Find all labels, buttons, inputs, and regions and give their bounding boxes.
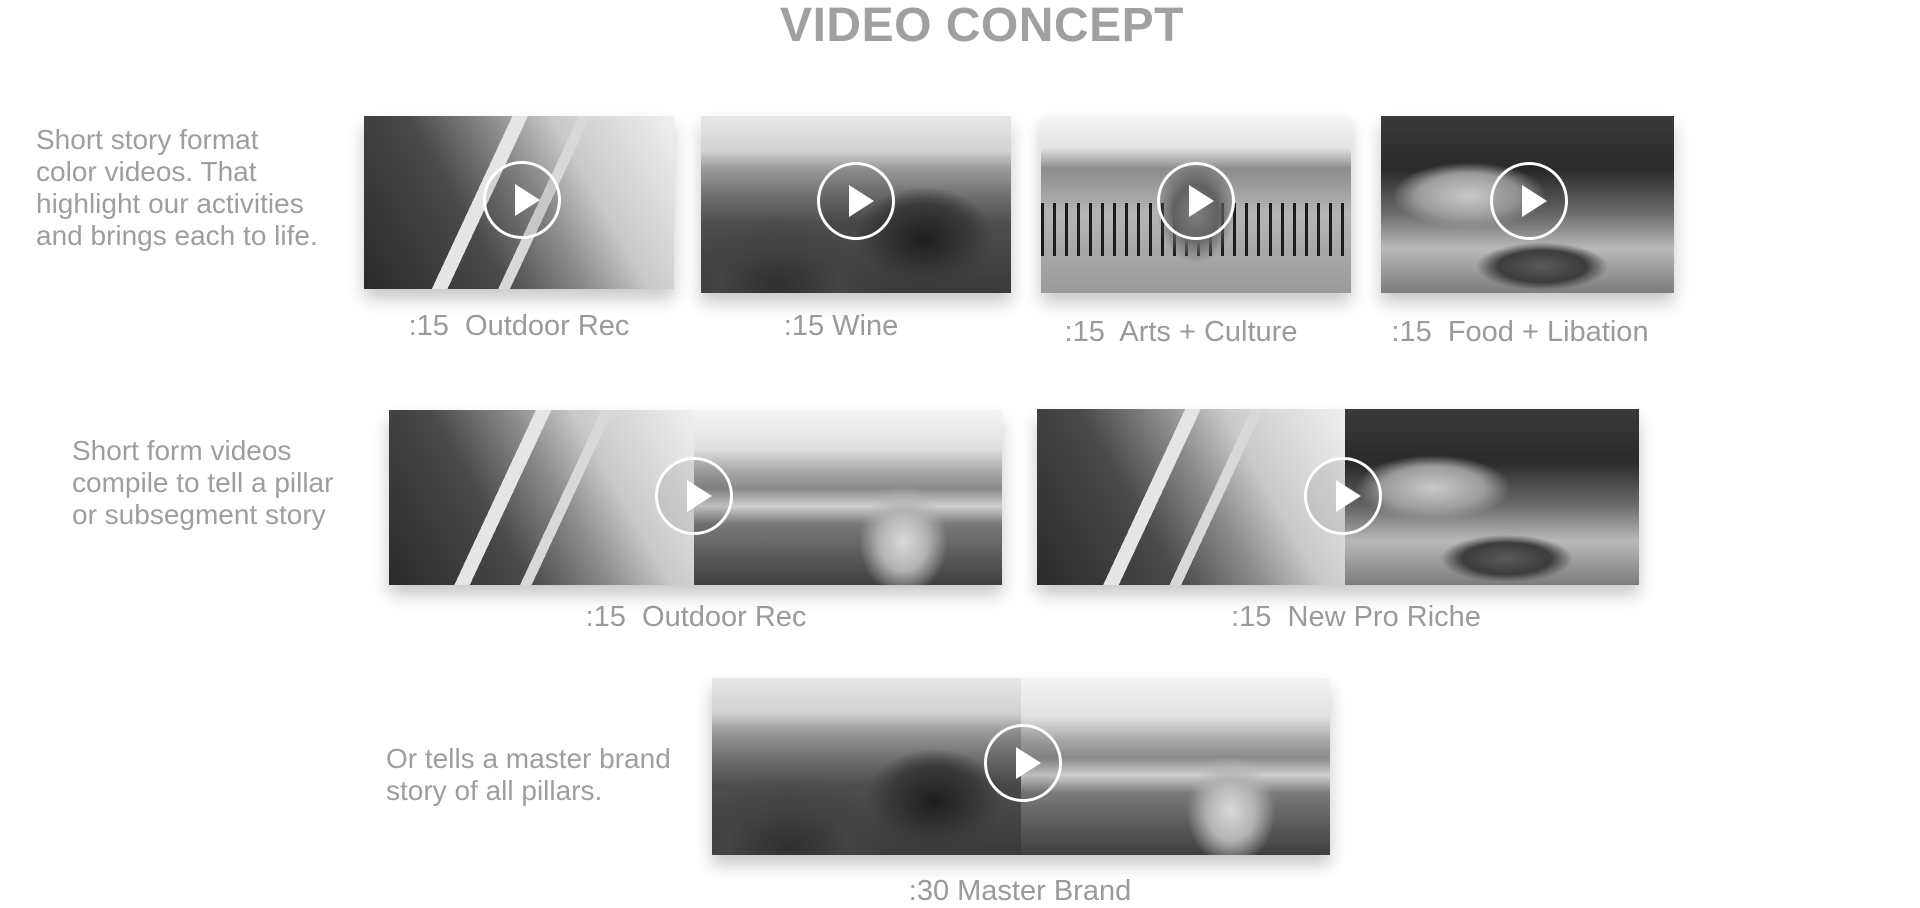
thumbnail-image xyxy=(1021,678,1330,855)
thumbnail-image xyxy=(1037,409,1345,585)
video-caption: :15 Outdoor Rec xyxy=(585,601,807,633)
row3-description: Or tells a master brand story of all pil… xyxy=(386,743,671,807)
thumbnail-image xyxy=(389,410,694,585)
row2-description: Short form videos compile to tell a pill… xyxy=(72,435,333,531)
row2-description-line: compile to tell a pillar xyxy=(72,467,334,498)
page-title: VIDEO CONCEPT xyxy=(780,0,1184,52)
thumbnail-image xyxy=(694,410,1002,585)
video-thumbnail-new-pro-riche[interactable] xyxy=(1037,409,1639,585)
video-caption: :30 Master Brand xyxy=(908,875,1132,907)
video-thumbnail-wine[interactable] xyxy=(701,116,1011,293)
row1-description-line: highlight our activities xyxy=(36,188,304,219)
video-caption: :15 Wine xyxy=(783,310,899,342)
row1-description-line: and brings each to life. xyxy=(36,220,318,251)
play-icon[interactable] xyxy=(1157,162,1235,240)
row1-description-line: color videos. That xyxy=(36,156,257,187)
row3-description-line: Or tells a master brand xyxy=(386,743,671,774)
row1-description: Short story format color videos. That hi… xyxy=(36,124,318,252)
video-thumbnail-master-brand[interactable] xyxy=(712,678,1330,855)
video-thumbnail-outdoor-rec-compilation[interactable] xyxy=(389,410,1002,585)
row1-description-line: Short story format xyxy=(36,124,259,155)
play-icon[interactable] xyxy=(483,161,561,239)
video-thumbnail-outdoor-rec[interactable] xyxy=(364,116,674,289)
row2-description-line: Short form videos xyxy=(72,435,292,466)
play-icon[interactable] xyxy=(817,162,895,240)
video-caption: :15 Arts + Culture xyxy=(1064,316,1298,348)
play-icon[interactable] xyxy=(984,724,1062,802)
row2-description-line: or subsegment story xyxy=(72,499,326,530)
video-caption: :15 Outdoor Rec xyxy=(408,310,630,342)
play-icon[interactable] xyxy=(1304,457,1382,535)
video-caption: :15 New Pro Riche xyxy=(1231,601,1481,633)
thumbnail-image xyxy=(1345,409,1639,585)
video-thumbnail-arts-culture[interactable] xyxy=(1041,116,1351,293)
thumbnail-image xyxy=(712,678,1021,855)
play-icon[interactable] xyxy=(655,457,733,535)
row3-description-line: story of all pillars. xyxy=(386,775,603,806)
play-icon[interactable] xyxy=(1490,162,1568,240)
video-caption: :15 Food + Libation xyxy=(1391,316,1649,348)
video-thumbnail-food-libation[interactable] xyxy=(1381,116,1674,293)
